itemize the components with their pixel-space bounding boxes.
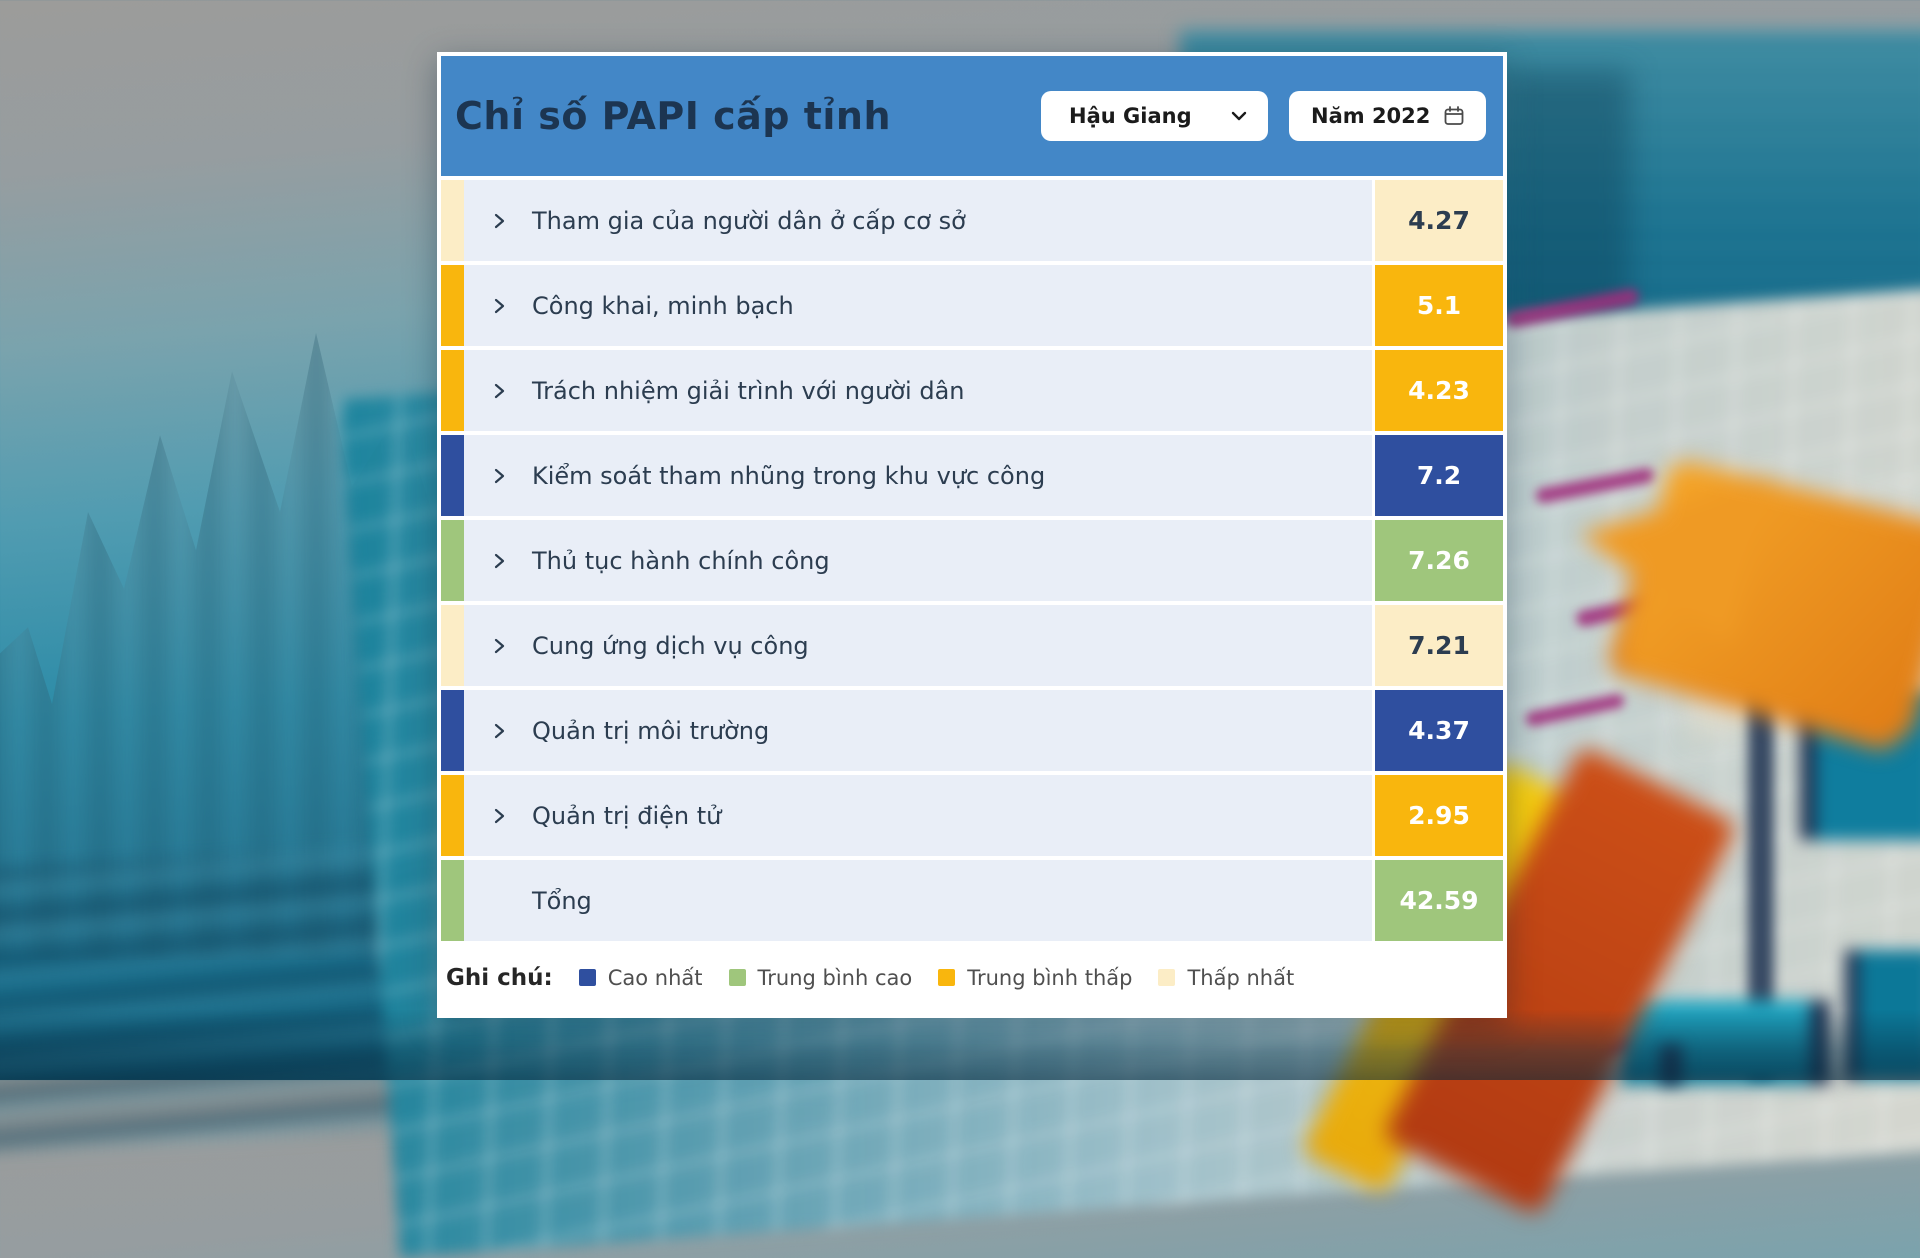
legend-swatch: [1158, 969, 1175, 986]
row-label: Quản trị môi trường: [532, 717, 769, 745]
row-accent: [441, 860, 464, 941]
row-accent: [441, 775, 464, 856]
row-accent: [441, 520, 464, 601]
year-picker[interactable]: Năm 2022: [1289, 91, 1486, 141]
table-row: Tổng 42.59: [441, 860, 1503, 941]
chevron-right-icon[interactable]: [488, 805, 510, 827]
row-body: Kiểm soát tham nhũng trong khu vực công: [464, 435, 1372, 516]
row-body: Cung ứng dịch vụ công: [464, 605, 1372, 686]
background-column: [1510, 70, 1630, 460]
legend-item-label: Thấp nhất: [1187, 966, 1294, 990]
row-label: Tổng: [532, 887, 592, 915]
row-value: 7.26: [1375, 520, 1503, 601]
legend-swatch: [729, 969, 746, 986]
legend-title: Ghi chú:: [446, 965, 553, 991]
screen: { "widget": { "title": "Chỉ số PAPI cấp …: [0, 0, 1920, 1080]
row-label: Thủ tục hành chính công: [532, 547, 830, 575]
background-magenta-bar: [1525, 693, 1626, 727]
row-body: Công khai, minh bạch: [464, 265, 1372, 346]
legend: Ghi chú: Cao nhất Trung bình cao Trung b…: [441, 941, 1503, 1014]
table-row[interactable]: Quản trị môi trường 4.37: [441, 690, 1503, 771]
table-row[interactable]: Kiểm soát tham nhũng trong khu vực công …: [441, 435, 1503, 516]
header-controls: Hậu Giang Năm 2022: [1041, 91, 1486, 141]
table-row[interactable]: Trách nhiệm giải trình với người dân 4.2…: [441, 350, 1503, 431]
row-body: Thủ tục hành chính công: [464, 520, 1372, 601]
legend-item: Trung bình thấp: [938, 966, 1132, 990]
calendar-icon: [1442, 104, 1466, 128]
row-accent: [441, 690, 464, 771]
row-accent: [441, 435, 464, 516]
row-body: Quản trị môi trường: [464, 690, 1372, 771]
chevron-down-icon: [1228, 105, 1250, 127]
widget-header: Chỉ số PAPI cấp tỉnh Hậu Giang Năm 2022: [441, 56, 1503, 176]
row-label: Trách nhiệm giải trình với người dân: [532, 377, 964, 405]
background-magenta-bar: [1575, 584, 1710, 628]
background-magenta-bar: [1520, 844, 1669, 896]
row-label: Công khai, minh bạch: [532, 292, 794, 320]
legend-swatch: [938, 969, 955, 986]
row-value: 42.59: [1375, 860, 1503, 941]
row-label: Quản trị điện tử: [532, 802, 721, 830]
papi-widget: Chỉ số PAPI cấp tỉnh Hậu Giang Năm 2022: [437, 52, 1507, 1018]
row-accent: [441, 350, 464, 431]
row-value: 4.27: [1375, 180, 1503, 261]
row-body: Quản trị điện tử: [464, 775, 1372, 856]
chevron-right-icon[interactable]: [488, 550, 510, 572]
legend-item: Cao nhất: [579, 966, 703, 990]
background-step-bar: [1660, 1045, 1682, 1085]
table-row[interactable]: Quản trị điện tử 2.95: [441, 775, 1503, 856]
chevron-right-icon[interactable]: [488, 465, 510, 487]
legend-swatch: [579, 969, 596, 986]
legend-item: Trung bình cao: [729, 966, 913, 990]
province-select[interactable]: Hậu Giang: [1041, 91, 1268, 141]
province-select-value: Hậu Giang: [1069, 104, 1192, 128]
chevron-right-icon[interactable]: [488, 210, 510, 232]
row-label: Kiểm soát tham nhũng trong khu vực công: [532, 462, 1045, 490]
row-value: 5.1: [1375, 265, 1503, 346]
chevron-right-icon[interactable]: [488, 720, 510, 742]
row-value: 7.2: [1375, 435, 1503, 516]
row-label: Cung ứng dịch vụ công: [532, 632, 809, 660]
chevron-right-icon[interactable]: [488, 295, 510, 317]
row-value: 4.23: [1375, 350, 1503, 431]
year-picker-value: Năm 2022: [1311, 104, 1430, 128]
background-step-bar: [1800, 690, 1920, 840]
legend-item-label: Trung bình thấp: [967, 966, 1132, 990]
chevron-right-icon[interactable]: [488, 635, 510, 657]
row-value: 2.95: [1375, 775, 1503, 856]
row-accent: [441, 605, 464, 686]
table-row[interactable]: Thủ tục hành chính công 7.26: [441, 520, 1503, 601]
page-title: Chỉ số PAPI cấp tỉnh: [455, 94, 891, 138]
table-row[interactable]: Công khai, minh bạch 5.1: [441, 265, 1503, 346]
row-accent: [441, 265, 464, 346]
row-label: Tham gia của người dân ở cấp cơ sở: [532, 207, 966, 235]
legend-item-label: Trung bình cao: [758, 966, 913, 990]
table-row[interactable]: Cung ứng dịch vụ công 7.21: [441, 605, 1503, 686]
legend-item: Thấp nhất: [1158, 966, 1294, 990]
background-magenta-bar: [1535, 467, 1656, 505]
legend-item-label: Cao nhất: [608, 966, 703, 990]
row-value: 4.37: [1375, 690, 1503, 771]
row-body: Tổng: [464, 860, 1372, 941]
legend-items: Cao nhất Trung bình cao Trung bình thấp …: [579, 966, 1294, 990]
row-accent: [441, 180, 464, 261]
background-step-bar: [1620, 1000, 1830, 1085]
table-row[interactable]: Tham gia của người dân ở cấp cơ sở 4.27: [441, 180, 1503, 261]
background-step-bar: [1845, 950, 1920, 1080]
chevron-right-icon[interactable]: [488, 380, 510, 402]
row-body: Trách nhiệm giải trình với người dân: [464, 350, 1372, 431]
indicator-table: Tham gia của người dân ở cấp cơ sở 4.27 …: [441, 180, 1503, 941]
row-body: Tham gia của người dân ở cấp cơ sở: [464, 180, 1372, 261]
background-magenta-bar: [1505, 287, 1641, 328]
row-value: 7.21: [1375, 605, 1503, 686]
